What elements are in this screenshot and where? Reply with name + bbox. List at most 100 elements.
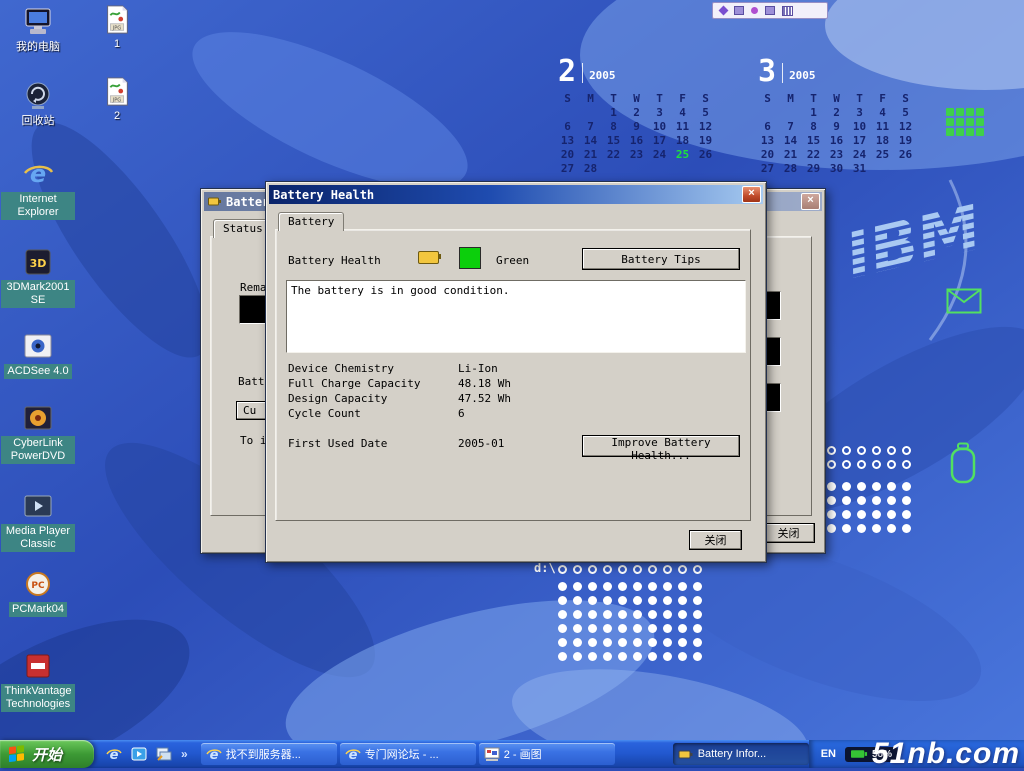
desktop-icon-acdsee[interactable]: ACDSee 4.0: [1, 330, 75, 379]
dot: [633, 652, 642, 661]
dialog-close-button[interactable]: 关闭: [689, 530, 742, 550]
calendar-day: 20: [756, 148, 779, 162]
dot: [678, 565, 687, 574]
dot: [603, 652, 612, 661]
dot: [648, 610, 657, 619]
tray-battery-icon: [851, 749, 868, 759]
improve-battery-health-button[interactable]: Improve Battery Health...: [582, 435, 740, 457]
dot: [842, 460, 851, 469]
desktop-icon-pcmark04[interactable]: PCPCMark04: [1, 568, 75, 617]
taskbar-button-label: 专门网论坛 - ...: [365, 746, 439, 762]
taskbar-button[interactable]: e专门网论坛 - ...: [340, 743, 476, 765]
powerdvd-icon: [22, 402, 54, 434]
dot: [693, 582, 702, 591]
mini-toolbar-icon[interactable]: [782, 6, 793, 16]
file-icon-label: 1: [111, 37, 123, 52]
dot: [857, 496, 866, 505]
calendar-day: 22: [802, 148, 825, 162]
field-row: Cycle Count 6: [288, 407, 738, 420]
desktop-icon-powerdvd[interactable]: CyberLink PowerDVD: [1, 402, 75, 464]
calendar-day: 23: [825, 148, 848, 162]
internet-explorer-icon: e: [22, 158, 54, 190]
dot: [842, 446, 851, 455]
mini-toolbar-icon[interactable]: [734, 6, 744, 15]
close-icon[interactable]: ×: [742, 186, 761, 203]
dot: [693, 565, 702, 574]
dot: [633, 565, 642, 574]
desktop-icon-media-player-classic[interactable]: Media Player Classic: [1, 490, 75, 552]
tab-status[interactable]: Status: [213, 219, 273, 238]
calendar-header: 32005: [756, 55, 924, 85]
calendar-day: 24: [648, 148, 671, 162]
start-button[interactable]: 开始: [0, 740, 94, 768]
dot: [648, 638, 657, 647]
grid-icon: [946, 108, 984, 136]
envelope-icon: [946, 288, 982, 314]
calendar-day-header: F: [871, 92, 894, 106]
calendar-day: 9: [625, 120, 648, 134]
dot: [633, 624, 642, 633]
taskbar-button[interactable]: e找不到服务器...: [201, 743, 337, 765]
dot: [872, 482, 881, 491]
media-player-quicklaunch-icon[interactable]: [131, 746, 147, 762]
dot: [663, 652, 672, 661]
calendar-day: 18: [671, 134, 694, 148]
battery-cylinder-icon: [950, 442, 976, 484]
dot: [633, 610, 642, 619]
quicklaunch-chevron-icon[interactable]: »: [181, 747, 188, 761]
desktop-file-1[interactable]: JPG1: [97, 4, 137, 52]
dot: [887, 510, 896, 519]
3dmark2001-icon: 3D: [22, 246, 54, 278]
tray-battery-indicator[interactable]: 58%: [845, 747, 898, 762]
dot: [663, 582, 672, 591]
calendar-day: 25: [671, 148, 694, 162]
dot: [872, 510, 881, 519]
desktop-icon-3dmark2001[interactable]: 3D3DMark2001 SE: [1, 246, 75, 308]
battery-health-titlebar[interactable]: Battery Health ×: [269, 185, 763, 204]
mini-toolbar-icon[interactable]: [751, 7, 758, 14]
close-icon[interactable]: ×: [801, 193, 820, 210]
taskbar-button[interactable]: Battery Infor...: [673, 743, 809, 765]
dot: [887, 496, 896, 505]
calendar-day-header: M: [779, 92, 802, 106]
mini-toolbar[interactable]: [712, 2, 828, 19]
tab-battery[interactable]: Battery: [278, 212, 344, 231]
to-label: To i: [240, 434, 267, 447]
calendar-day: [648, 162, 671, 176]
calendar-day: 28: [579, 162, 602, 176]
desktop-icon-my-computer[interactable]: 我的电脑: [1, 6, 75, 55]
desktop-file-2[interactable]: JPG2: [97, 76, 137, 124]
desktop-icon-recycle-bin[interactable]: 回收站: [1, 80, 75, 129]
calendar-day: 2: [625, 106, 648, 120]
dot: [827, 524, 836, 533]
calendar-day: 17: [648, 134, 671, 148]
dots-pattern: [812, 482, 911, 533]
desktop-icon-thinkvantage[interactable]: ThinkVantage Technologies: [1, 650, 75, 712]
dot: [558, 610, 567, 619]
dot: [573, 610, 582, 619]
battery-status-swatch: [459, 247, 481, 269]
mini-toolbar-icon[interactable]: [765, 6, 775, 15]
close-button[interactable]: 关闭: [762, 523, 815, 543]
desktop-icon-label: Internet Explorer: [1, 192, 75, 220]
calendar-day-header: S: [694, 92, 717, 106]
language-indicator[interactable]: EN: [821, 748, 836, 760]
calendar-day-header: S: [894, 92, 917, 106]
calendar-day: 8: [602, 120, 625, 134]
dot: [588, 565, 597, 574]
taskbar-button[interactable]: 2 - 画图: [479, 743, 615, 765]
calendar-day: 26: [694, 148, 717, 162]
dot: [618, 638, 627, 647]
dot: [633, 638, 642, 647]
dot: [902, 496, 911, 505]
battery-tips-button[interactable]: Battery Tips: [582, 248, 740, 270]
show-desktop-icon[interactable]: [156, 746, 172, 762]
calendar-day: 11: [871, 120, 894, 134]
dots-pattern: [558, 565, 702, 574]
ie-quicklaunch-icon[interactable]: e: [106, 746, 122, 762]
dot: [827, 482, 836, 491]
dot: [827, 496, 836, 505]
dot: [603, 582, 612, 591]
desktop-icon-internet-explorer[interactable]: eInternet Explorer: [1, 158, 75, 220]
mini-toolbar-icon[interactable]: [719, 6, 729, 16]
